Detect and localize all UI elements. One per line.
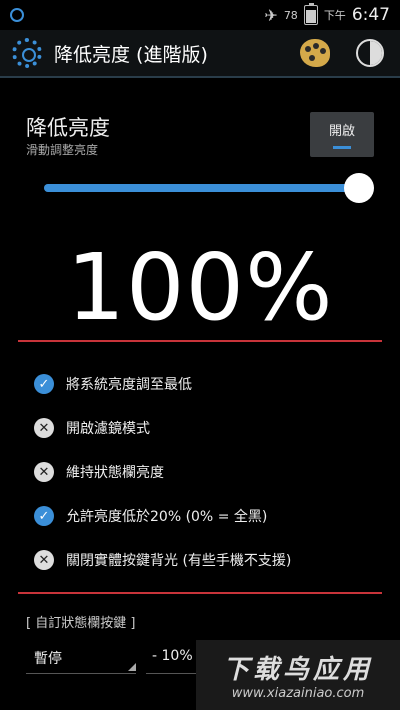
- step-spinner-value: - 10%: [152, 648, 193, 664]
- action-spinner[interactable]: 暫停: [26, 648, 136, 674]
- dropdown-arrow-icon: [128, 663, 136, 671]
- option-status-icon: ✕: [34, 462, 54, 482]
- battery-percent: 78: [283, 8, 298, 22]
- screen: ✈ 78 下午 6:47 降低亮度 (進階版) 降低亮度 滑動調整亮度 開啟 1…: [0, 0, 400, 710]
- app-title: 降低亮度 (進階版): [54, 43, 208, 66]
- divider-bottom: [18, 592, 382, 594]
- option-label: 關閉實體按鍵背光 (有些手機不支援): [66, 553, 292, 569]
- option-status-icon: ✓: [34, 506, 54, 526]
- brightness-title: 降低亮度: [26, 116, 110, 140]
- status-right: ✈ 78 下午 6:47: [264, 3, 390, 25]
- action-spinner-value: 暫停: [34, 651, 62, 667]
- option-status-icon: ✕: [34, 418, 54, 438]
- option-status-icon: ✕: [34, 550, 54, 570]
- enable-toggle-label: 開啟: [328, 124, 355, 139]
- status-bar: ✈ 78 下午 6:47: [0, 0, 400, 30]
- watermark-text: 下载鸟应用: [222, 655, 373, 685]
- timer-icon[interactable]: [356, 39, 384, 67]
- watermark-logo: 下载鸟应用 www.xiazainiao.com: [196, 640, 400, 710]
- watermark-url: www.xiazainiao.com: [231, 686, 365, 701]
- toggle-indicator: [333, 146, 351, 149]
- option-label: 維持狀態欄亮度: [66, 465, 164, 481]
- step-spinner[interactable]: - 10%: [146, 648, 196, 674]
- enable-toggle-button[interactable]: 開啟: [310, 112, 374, 157]
- option-disable-key-backlight[interactable]: ✕ 關閉實體按鍵背光 (有些手機不支援): [34, 538, 384, 582]
- clock-time: 6:47: [351, 5, 390, 25]
- option-allow-below-20[interactable]: ✓ 允許亮度低於20% (0% = 全黑): [34, 494, 384, 538]
- options-list: ✓ 將系統亮度調至最低 ✕ 開啟濾鏡模式 ✕ 維持狀態欄亮度 ✓ 允許亮度低於2…: [34, 362, 384, 582]
- action-bar: 降低亮度 (進階版): [0, 30, 400, 78]
- battery-icon: [303, 3, 318, 25]
- gear-icon[interactable]: [12, 38, 42, 68]
- custom-statusbar-header: [ 自訂狀態欄按鍵 ]: [26, 616, 136, 631]
- option-filter-mode[interactable]: ✕ 開啟濾鏡模式: [34, 406, 384, 450]
- brightness-value: 100%: [66, 234, 334, 341]
- option-status-icon: ✓: [34, 374, 54, 394]
- brightness-subtitle: 滑動調整亮度: [26, 143, 99, 157]
- slider-fill: [44, 184, 359, 192]
- brightness-slider[interactable]: [44, 173, 374, 203]
- status-left: [10, 8, 24, 22]
- option-label: 允許亮度低於20% (0% = 全黑): [66, 509, 268, 525]
- action-icons: [300, 39, 384, 67]
- clock-ampm: 下午: [323, 9, 346, 22]
- palette-icon[interactable]: [300, 39, 330, 67]
- option-label: 開啟濾鏡模式: [66, 421, 150, 437]
- airplane-mode-icon: ✈: [264, 5, 278, 25]
- divider-top: [18, 340, 382, 342]
- notification-ring-icon: [10, 8, 24, 22]
- option-label: 將系統亮度調至最低: [66, 377, 192, 393]
- slider-thumb[interactable]: [344, 173, 374, 203]
- option-min-system-brightness[interactable]: ✓ 將系統亮度調至最低: [34, 362, 384, 406]
- option-keep-statusbar-brightness[interactable]: ✕ 維持狀態欄亮度: [34, 450, 384, 494]
